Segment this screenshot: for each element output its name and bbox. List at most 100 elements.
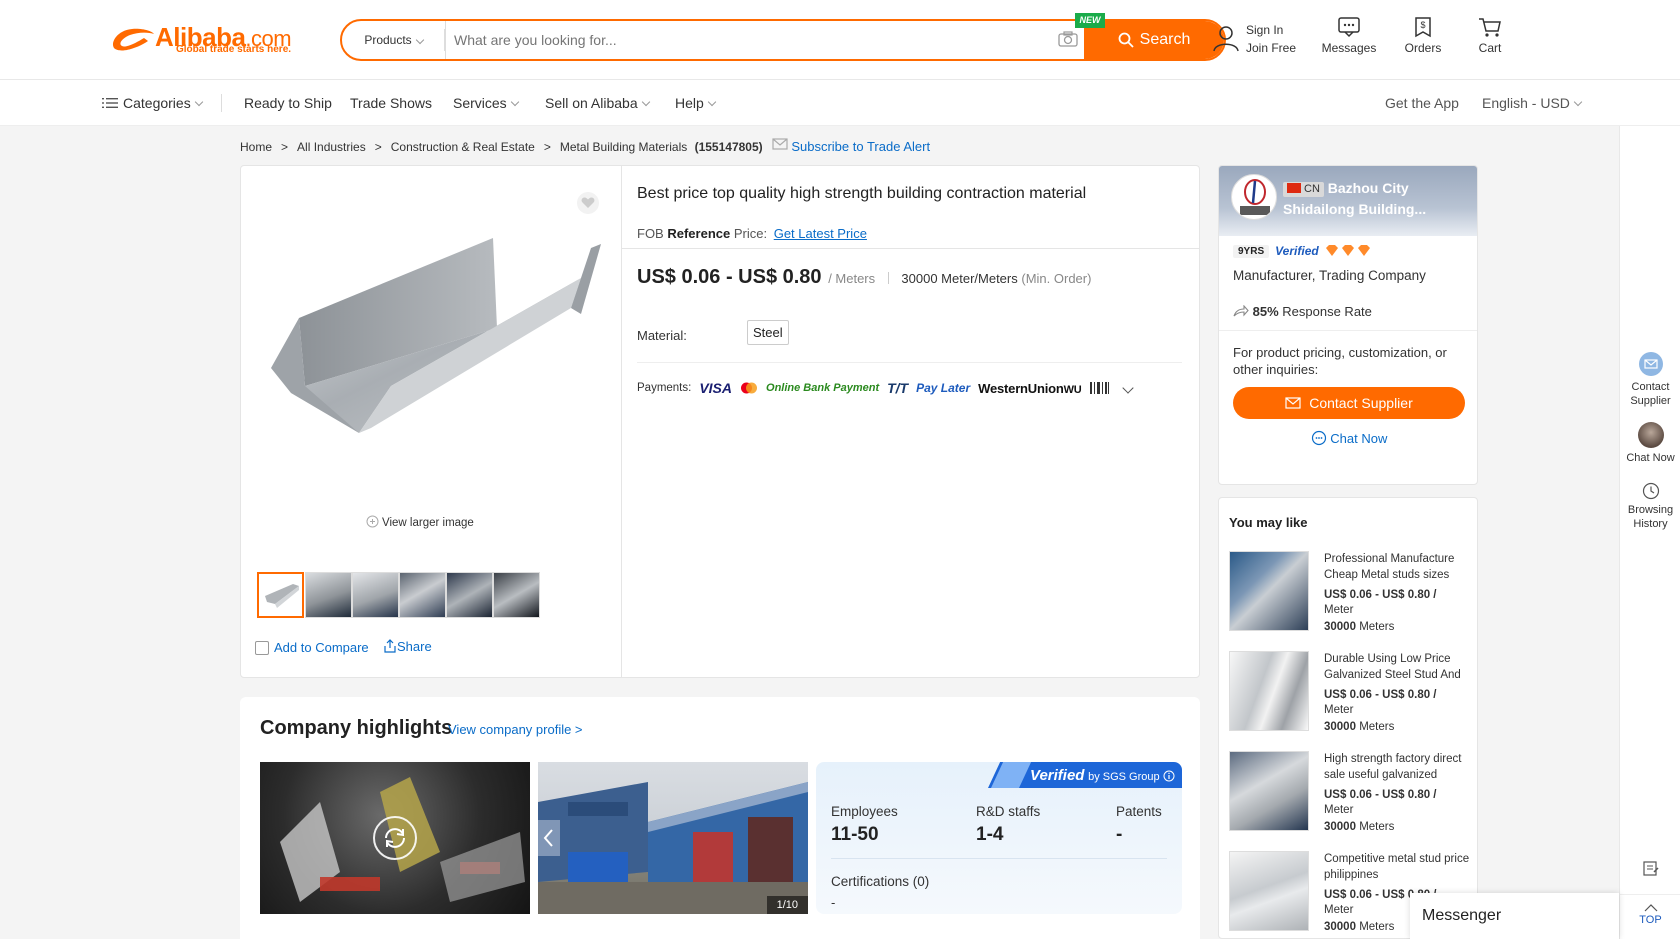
chat-now-link[interactable]: Chat Now xyxy=(1219,430,1477,446)
nav-services-label: Services xyxy=(453,95,507,111)
feedback-icon xyxy=(1642,861,1659,876)
divider xyxy=(887,272,889,284)
list-menu-icon xyxy=(102,98,118,108)
thumbnail-2[interactable] xyxy=(305,572,352,618)
years-badge: 9YRS xyxy=(1233,244,1270,258)
user-icon xyxy=(1213,26,1239,52)
search-button[interactable]: Search xyxy=(1084,21,1224,59)
cart-link[interactable]: Cart xyxy=(1470,16,1510,55)
thumbnail-image xyxy=(265,584,299,608)
recommended-item-price-value: US$ 0.06 - US$ 0.80 / xyxy=(1324,689,1437,701)
seller-card: CN Bazhou City Shidailong Building... 9Y… xyxy=(1218,165,1478,485)
clock-icon xyxy=(1642,482,1659,500)
product-title: Best price top quality high strength bui… xyxy=(637,185,1087,202)
breadcrumb-metal-building[interactable]: Metal Building Materials xyxy=(560,140,687,154)
favorite-button[interactable] xyxy=(577,192,599,214)
verified-by-sgs-label: by SGS Group xyxy=(1088,771,1160,783)
nav-ready-to-ship[interactable]: Ready to Ship xyxy=(244,95,332,111)
seller-logo-image xyxy=(1240,179,1270,215)
breadcrumb-all-industries[interactable]: All Industries xyxy=(297,140,366,154)
thumbnail-4[interactable] xyxy=(399,572,446,618)
recommended-item-moq-unit: Meters xyxy=(1359,721,1395,733)
product-main-image[interactable] xyxy=(261,218,601,438)
rail-browsing-history[interactable]: Browsing History xyxy=(1620,482,1680,531)
logo-tagline: Global trade starts here. xyxy=(176,44,292,55)
thumbnail-3[interactable] xyxy=(352,572,399,618)
rail-feedback[interactable] xyxy=(1620,860,1680,878)
business-type: Manufacturer, Trading Company xyxy=(1233,268,1426,283)
contact-supplier-icon xyxy=(1638,352,1663,376)
messenger-widget[interactable]: Messenger xyxy=(1410,893,1619,939)
breadcrumb-construction[interactable]: Construction & Real Estate xyxy=(391,140,535,154)
wu-text: WU xyxy=(1063,383,1082,396)
recommended-item[interactable]: Professional Manufacture Cheap Metal stu… xyxy=(1229,551,1477,643)
rail-browsing-history-label: Browsing History xyxy=(1627,504,1674,530)
camera-icon[interactable] xyxy=(1058,31,1078,47)
view-larger-image-link[interactable]: View larger image xyxy=(366,515,474,529)
rail-contact-supplier[interactable]: Contact Supplier xyxy=(1620,351,1680,408)
company-photo[interactable]: 1/10 xyxy=(538,762,808,914)
rd-staffs-label: R&D staffs xyxy=(976,804,1041,819)
reference-label: Reference xyxy=(667,226,731,241)
reply-arrow-icon xyxy=(1233,304,1249,317)
nav-trade-shows[interactable]: Trade Shows xyxy=(350,95,432,111)
orders-icon: $ xyxy=(1415,17,1431,38)
compare-checkbox[interactable] xyxy=(255,641,269,655)
employees-value: 11-50 xyxy=(831,824,879,845)
search-button-label: Search xyxy=(1139,31,1191,48)
subscribe-trade-alert-link[interactable]: Subscribe to Trade Alert xyxy=(791,139,930,154)
contact-supplier-button[interactable]: Contact Supplier xyxy=(1233,387,1465,419)
back-to-top-button[interactable]: TOP xyxy=(1620,904,1680,927)
recommended-item-unit: Meter xyxy=(1324,704,1354,716)
language-currency-select[interactable]: English - USD xyxy=(1482,95,1583,111)
recommended-item-moq: 30000 Meters xyxy=(1324,621,1394,633)
photo-prev-button[interactable] xyxy=(538,820,560,856)
western-union-text: WesternUnion xyxy=(978,380,1064,396)
nav-help[interactable]: Help xyxy=(675,95,717,111)
recommended-item-price: US$ 0.06 - US$ 0.80 / Meter xyxy=(1324,788,1474,818)
get-the-app-link[interactable]: Get the App xyxy=(1385,95,1459,111)
nav-services[interactable]: Services xyxy=(453,95,519,111)
view-company-profile-link[interactable]: View company profile > xyxy=(448,722,583,737)
nav-sell-on-alibaba[interactable]: Sell on Alibaba xyxy=(545,95,650,111)
breadcrumb-home[interactable]: Home xyxy=(240,140,272,154)
seller-avatar[interactable] xyxy=(1231,174,1277,220)
china-flag-icon xyxy=(1287,183,1301,193)
breadcrumb-separator: > xyxy=(543,140,551,154)
share-button[interactable]: Share xyxy=(383,639,432,654)
recommended-item[interactable]: High strength factory direct sale useful… xyxy=(1229,751,1477,843)
seller-name-block[interactable]: CN Bazhou City Shidailong Building... xyxy=(1283,178,1473,220)
search-category-select[interactable]: Products xyxy=(342,21,446,59)
western-union-logo: WesternUnionWU xyxy=(978,380,1082,396)
company-video[interactable] xyxy=(260,762,530,914)
recommended-item[interactable]: Durable Using Low Price Galvanized Steel… xyxy=(1229,651,1477,743)
rail-chat-now[interactable]: Chat Now xyxy=(1620,422,1680,465)
play-button[interactable] xyxy=(373,816,417,860)
chevron-down-icon xyxy=(510,97,519,107)
material-option-steel[interactable]: Steel xyxy=(747,320,789,345)
company-highlights: Company highlights View company profile … xyxy=(240,697,1200,939)
alibaba-logo[interactable]: Alibaba.com Global trade starts here. xyxy=(108,20,303,60)
country-code: CN xyxy=(1304,183,1320,195)
main-nav: Categories Ready to Ship Trade Shows Ser… xyxy=(0,80,1680,126)
nav-help-label: Help xyxy=(675,95,704,111)
categories-label: Categories xyxy=(123,95,191,111)
mail-icon xyxy=(772,138,788,150)
recommended-item-title: Durable Using Low Price Galvanized Steel… xyxy=(1324,653,1461,681)
barcode-icon xyxy=(1089,382,1109,394)
right-rail: Contact Supplier Chat Now Browsing Histo… xyxy=(1619,126,1680,939)
orders-link[interactable]: $ Orders xyxy=(1398,16,1448,55)
categories-menu[interactable]: Categories xyxy=(102,95,203,111)
sign-in-link[interactable]: Sign In xyxy=(1246,23,1283,37)
join-free-link[interactable]: Join Free xyxy=(1246,41,1296,55)
thumbnail-6[interactable] xyxy=(493,572,540,618)
thumbnail-1[interactable] xyxy=(257,572,304,618)
recommended-item-moq: 30000 Meters xyxy=(1324,721,1394,733)
search-input[interactable] xyxy=(454,21,994,59)
thumbnail-5[interactable] xyxy=(446,572,493,618)
add-to-compare[interactable]: Add to Compare xyxy=(255,640,369,655)
messages-link[interactable]: Messages xyxy=(1319,16,1379,55)
chevron-down-icon[interactable] xyxy=(1121,382,1134,394)
verified-by-sgs[interactable]: Verified by SGS Group xyxy=(1030,767,1175,784)
get-latest-price-link[interactable]: Get Latest Price xyxy=(774,226,867,241)
